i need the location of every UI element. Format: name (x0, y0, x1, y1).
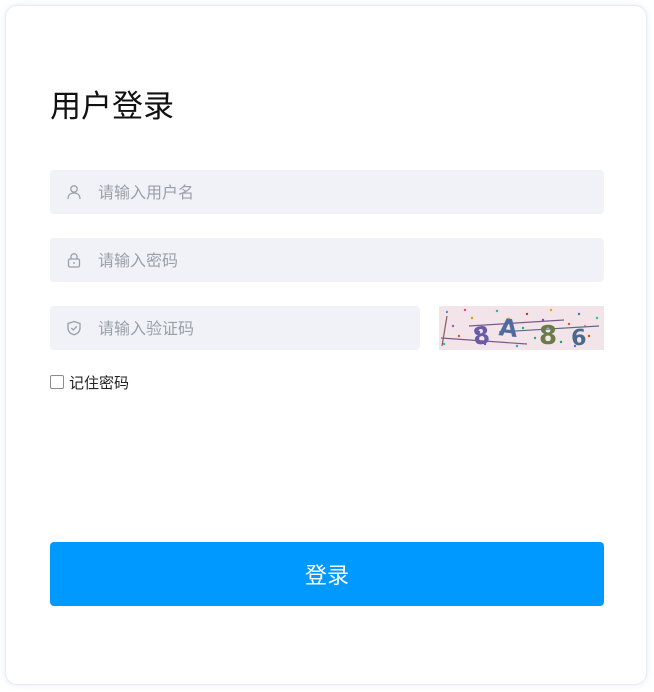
remember-password[interactable]: 记住密码 (50, 372, 129, 392)
username-field[interactable] (50, 170, 604, 214)
password-input[interactable] (98, 238, 604, 282)
captcha-char-3: 8 (539, 321, 557, 350)
captcha-input[interactable] (98, 306, 420, 350)
lock-icon (50, 238, 98, 282)
captcha-image[interactable]: 8 A 8 6 (439, 306, 604, 350)
captcha-char-4: 6 (570, 326, 587, 350)
login-button[interactable]: 登录 (50, 542, 604, 606)
page-title: 用户登录 (50, 89, 174, 125)
shield-icon (50, 306, 98, 350)
username-input[interactable] (98, 170, 604, 214)
password-field[interactable] (50, 238, 604, 282)
captcha-char-2: A (498, 313, 520, 343)
user-icon (50, 170, 98, 214)
captcha-field[interactable] (50, 306, 420, 350)
remember-label: 记住密码 (69, 373, 130, 392)
remember-checkbox[interactable] (50, 375, 64, 389)
